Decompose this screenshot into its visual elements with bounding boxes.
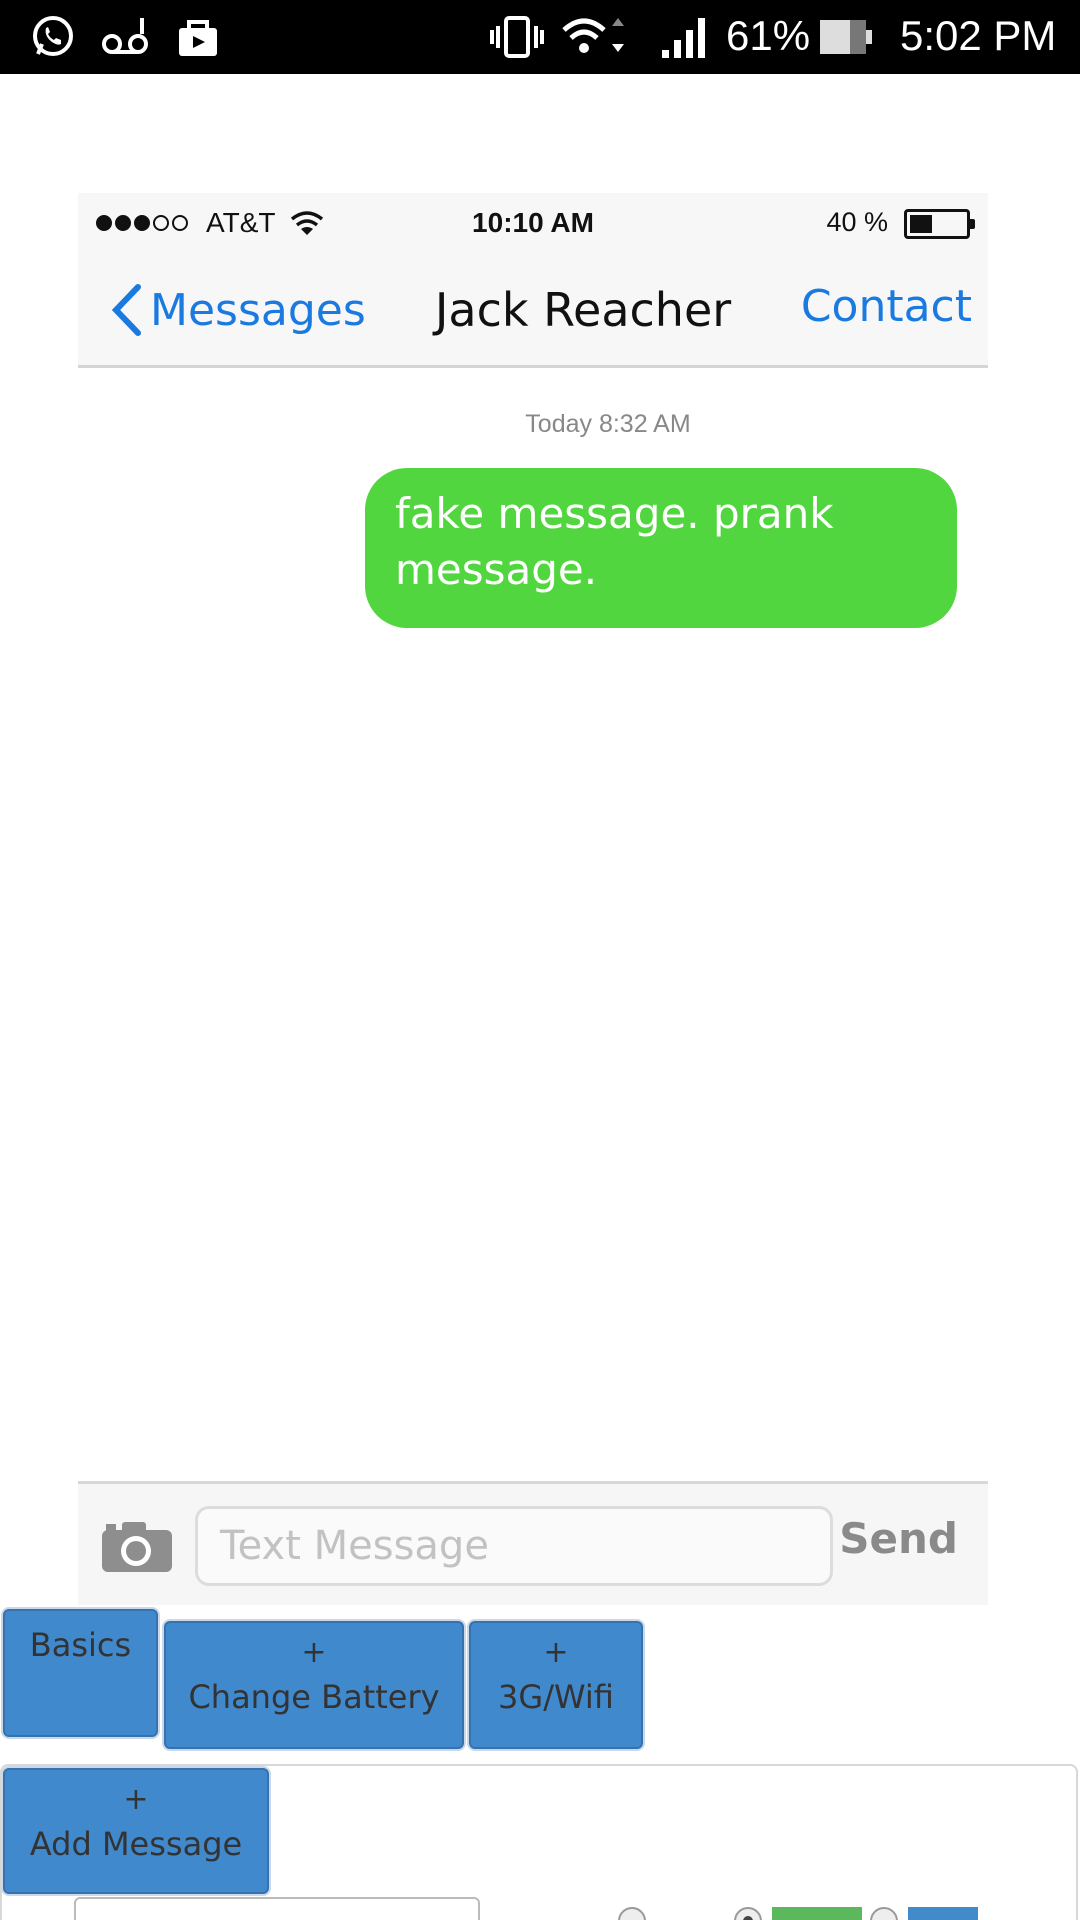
ios-battery-pct: 40 % bbox=[826, 207, 888, 237]
wifi-icon bbox=[560, 14, 624, 60]
android-status-bar: 61% 5:02 PM bbox=[0, 0, 1080, 74]
plus-icon: + bbox=[543, 1635, 569, 1670]
add-message-button[interactable]: + Add Message bbox=[3, 1768, 269, 1894]
sent-message-bubble: fake message. prank message. bbox=[365, 468, 957, 628]
tab-3g-wifi[interactable]: + 3G/Wifi bbox=[469, 1621, 643, 1749]
compose-bar: Text Message Send bbox=[78, 1481, 988, 1605]
tab-label: Change Battery bbox=[188, 1678, 440, 1716]
vibrate-icon bbox=[488, 14, 546, 60]
contact-button[interactable]: Contact bbox=[801, 281, 972, 332]
tab-basics[interactable]: Basics bbox=[3, 1609, 158, 1737]
ios-battery-fill bbox=[910, 215, 932, 233]
blue-color-swatch bbox=[908, 1907, 978, 1920]
text-message-input[interactable]: Text Message bbox=[195, 1506, 833, 1586]
message-text-field[interactable] bbox=[74, 1897, 480, 1920]
tab-label: Basics bbox=[29, 1626, 132, 1664]
whatsapp-icon bbox=[28, 14, 78, 60]
message-timestamp: Today 8:32 AM bbox=[525, 410, 691, 438]
add-message-label: Add Message bbox=[29, 1825, 243, 1863]
android-battery-pct: 61% bbox=[726, 12, 811, 59]
plus-icon: + bbox=[123, 1782, 149, 1817]
tab-change-battery[interactable]: + Change Battery bbox=[164, 1621, 464, 1749]
plus-icon: + bbox=[301, 1635, 327, 1670]
green-color-swatch bbox=[772, 1907, 862, 1920]
signal-icon bbox=[660, 14, 710, 60]
ios-status-bar: AT&T 10:10 AM 40 % bbox=[78, 193, 988, 253]
send-button[interactable]: Send bbox=[839, 1514, 958, 1563]
battery-icon bbox=[818, 14, 874, 60]
tab-label: 3G/Wifi bbox=[498, 1678, 614, 1716]
voicemail-icon bbox=[100, 14, 152, 60]
android-clock: 5:02 PM bbox=[900, 12, 1057, 59]
phone-preview: AT&T 10:10 AM 40 % Messages Jack Reacher… bbox=[78, 193, 988, 1605]
store-bag-icon bbox=[174, 14, 222, 60]
conversation-nav-bar: Messages Jack Reacher Contact bbox=[78, 253, 988, 368]
ios-battery-icon bbox=[904, 209, 975, 239]
camera-icon[interactable] bbox=[100, 1518, 174, 1578]
